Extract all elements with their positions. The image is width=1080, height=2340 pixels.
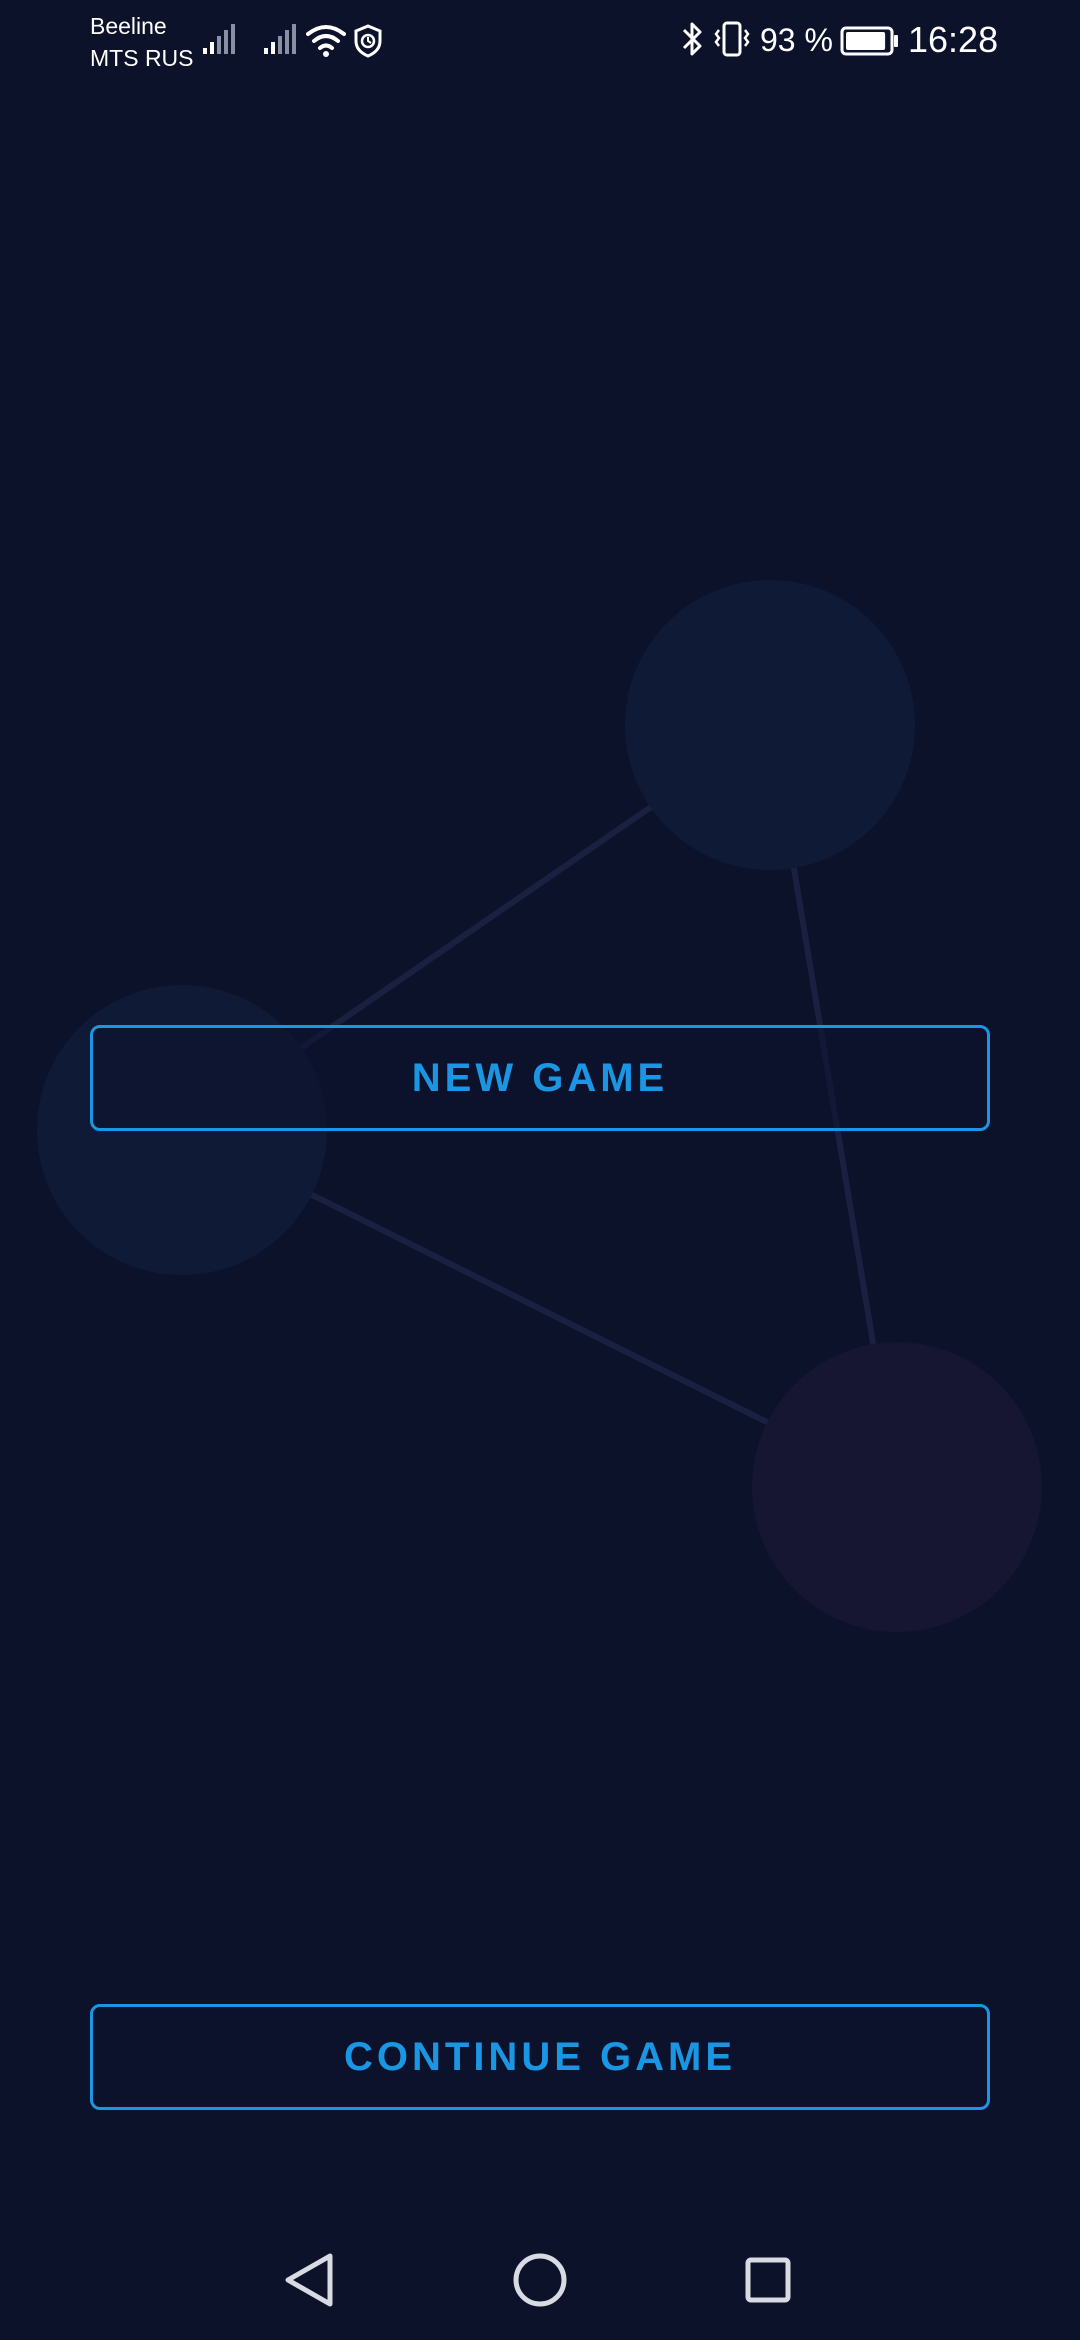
carrier-name-2: MTS RUS xyxy=(90,45,194,71)
main-menu-screen: Beeline MTS RUS 93 % 16:28 NEW GAME CONT… xyxy=(0,0,1080,2340)
status-bar: Beeline MTS RUS 93 % 16:28 xyxy=(0,0,1080,80)
signal-icon xyxy=(264,24,296,54)
shield-icon xyxy=(354,24,382,58)
carrier-name-1: Beeline xyxy=(90,13,167,39)
bluetooth-icon xyxy=(682,22,702,56)
continue-game-button[interactable]: CONTINUE GAME xyxy=(90,2004,990,2110)
vibrate-icon xyxy=(714,21,750,57)
carrier-info: Beeline MTS RUS xyxy=(90,10,194,74)
signal-icon xyxy=(203,24,235,54)
battery-percent: 93 % xyxy=(760,22,833,58)
home-icon[interactable] xyxy=(480,2220,600,2340)
navigation-bar xyxy=(0,2220,1080,2340)
battery-icon xyxy=(840,26,898,56)
new-game-button[interactable]: NEW GAME xyxy=(90,1025,990,1131)
graph-node xyxy=(752,1342,1042,1632)
graph-node xyxy=(625,580,915,870)
recents-icon[interactable] xyxy=(708,2220,828,2340)
clock-time: 16:28 xyxy=(908,19,999,60)
background-graph xyxy=(37,580,1042,1632)
back-icon[interactable] xyxy=(248,2220,368,2340)
wifi-icon xyxy=(306,25,346,57)
